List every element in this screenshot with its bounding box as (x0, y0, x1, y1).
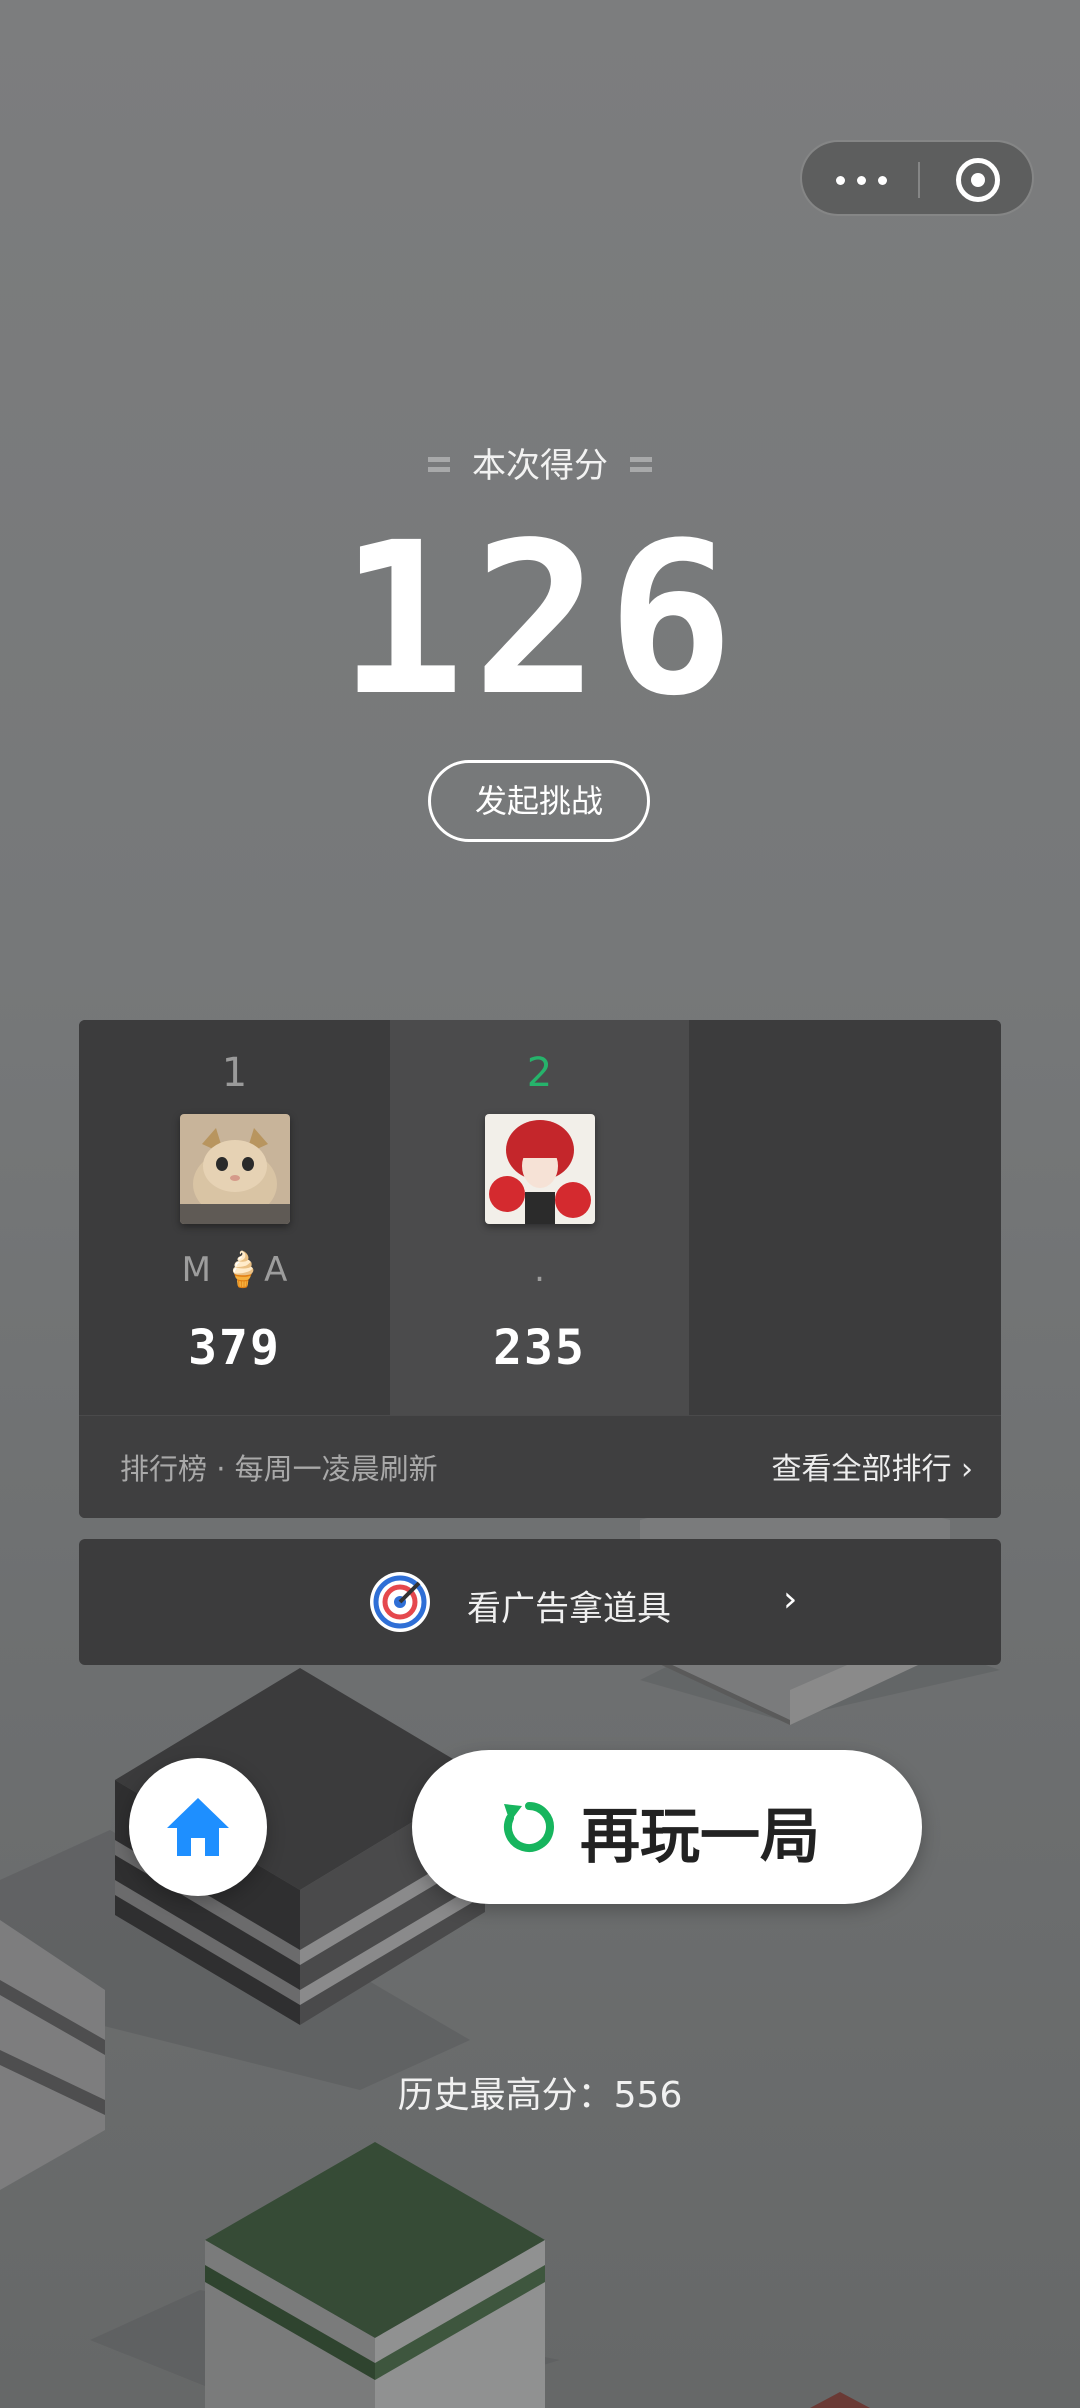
replay-label: 再玩一局 (580, 1802, 820, 1872)
player-name: . (534, 1250, 545, 1290)
leaderboard-note: 排行榜 · 每周一凌晨刷新 (120, 1452, 438, 1486)
cat-avatar-icon (179, 1114, 290, 1224)
current-score: 126 (338, 497, 742, 742)
view-all-ranking-link[interactable]: 查看全部排行 › (771, 1444, 973, 1488)
refresh-icon (504, 1802, 554, 1852)
leaderboard-footer: 排行榜 · 每周一凌晨刷新 查看全部排行 › (79, 1415, 1001, 1518)
equals-decoration-icon (428, 455, 450, 475)
avatar (179, 1114, 290, 1224)
chevron-right-icon: › (783, 1579, 798, 1620)
target-circle-icon[interactable] (956, 158, 1000, 202)
leaderboard-entry-empty (689, 1020, 1001, 1415)
leaderboard-entry-self[interactable]: 2 . 235 (390, 1020, 689, 1415)
score-label: 本次得分 (0, 438, 1080, 487)
equals-decoration-icon (630, 455, 652, 475)
player-score: 235 (493, 1320, 586, 1376)
rank-number: 1 (221, 1050, 248, 1096)
capsule-divider (918, 162, 920, 198)
player-name: M 🍦A (181, 1250, 288, 1290)
score-label-text: 本次得分 (472, 446, 608, 486)
leaderboard-panel: 1 M 🍦A 379 2 . 235 排行榜 · 每周一凌晨刷新 查看全部排行 … (79, 1020, 1001, 1518)
best-score: 历史最高分：556 (397, 2075, 683, 2116)
watch-ad-label: 看广告拿道具 (467, 1589, 671, 1629)
home-button[interactable] (129, 1758, 267, 1896)
replay-button[interactable]: 再玩一局 (412, 1750, 922, 1904)
challenge-button[interactable]: 发起挑战 (428, 760, 650, 842)
anime-avatar-icon (484, 1114, 595, 1224)
home-icon (167, 1798, 229, 1856)
player-score: 379 (188, 1320, 281, 1376)
ad-target-icon (370, 1572, 430, 1632)
avatar (484, 1114, 595, 1224)
rank-number: 2 (526, 1050, 553, 1096)
leaderboard-entry[interactable]: 1 M 🍦A 379 (79, 1020, 390, 1415)
more-dots-icon[interactable] (832, 164, 892, 194)
mini-program-capsule (800, 140, 1034, 216)
watch-ad-button[interactable]: 看广告拿道具 › (79, 1539, 1001, 1665)
